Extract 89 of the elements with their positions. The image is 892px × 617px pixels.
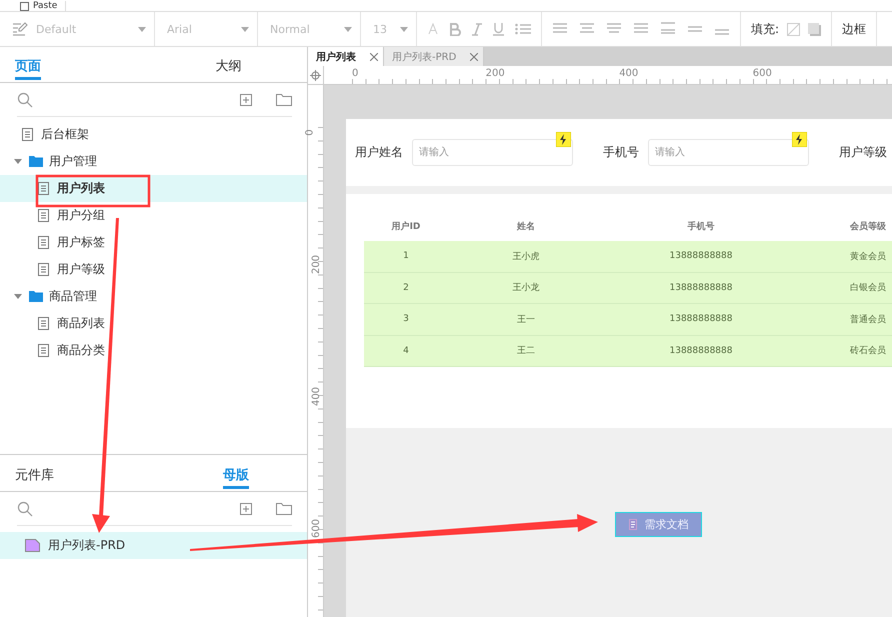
page-icon	[36, 263, 51, 276]
table-cell-text: 3	[402, 313, 410, 326]
tree-item[interactable]: 用户分组	[0, 202, 307, 229]
ruler-label: 200	[486, 68, 505, 79]
field-label: 手机号	[603, 144, 639, 161]
paste-button[interactable]: Paste	[20, 1, 66, 11]
expand-arrow-icon[interactable]	[14, 294, 22, 299]
table-cell-text: 砖石会员	[849, 344, 887, 358]
table-cell-text: 白银会员	[849, 282, 887, 296]
column-header: 手机号	[686, 220, 716, 234]
table-cell-text: 王一	[516, 314, 536, 327]
close-icon[interactable]	[468, 52, 478, 60]
master-page-icon	[25, 539, 40, 552]
input-field[interactable]: 请输入	[412, 139, 573, 166]
table-cell-text: 王小虎	[512, 250, 540, 264]
ruler-label: 400	[311, 386, 322, 406]
ruler-label: 200	[311, 254, 322, 274]
shadow-icon[interactable]	[808, 22, 822, 36]
ruler-label: 600	[752, 68, 772, 79]
tree-item[interactable]: 商品分类	[0, 337, 307, 364]
tree-item[interactable]: 商品管理	[0, 283, 307, 310]
bullet-list-icon[interactable]	[515, 23, 531, 35]
font-color-icon[interactable]	[427, 23, 439, 35]
tree-item[interactable]: 用户等级	[0, 256, 307, 283]
align-right-icon[interactable]	[606, 22, 622, 36]
folder-icon	[28, 291, 43, 302]
table-cell-text: 1	[402, 250, 410, 264]
table-cell-text: 王小龙	[512, 282, 540, 296]
tree-item[interactable]: 用户列表	[0, 175, 307, 202]
lightning-icon[interactable]	[556, 132, 571, 147]
table-cell-text: 2	[402, 282, 410, 295]
caret-icon	[241, 26, 249, 32]
caret-icon	[400, 26, 408, 32]
tree-item[interactable]: 用户管理	[0, 148, 307, 175]
column-header: 会员等级	[849, 220, 887, 234]
align-center-icon[interactable]	[579, 22, 595, 36]
tree-item[interactable]: 用户标签	[0, 229, 307, 256]
clipboard-icon	[20, 2, 29, 10]
table-cell-text: 4	[402, 344, 410, 358]
border-label: 边框	[842, 20, 866, 38]
no-fill-icon[interactable]	[787, 22, 800, 36]
document-icon	[628, 519, 638, 530]
master-item[interactable]: 用户列表-PRD	[0, 532, 307, 559]
tree-item[interactable]: 商品列表	[0, 310, 307, 337]
column-header: 用户ID	[390, 220, 422, 234]
panel-tab[interactable]: 大纲	[150, 47, 307, 82]
italic-icon[interactable]	[472, 22, 482, 36]
table-cell-text: 普通会员	[849, 313, 887, 327]
folder-icon[interactable]	[276, 93, 292, 106]
align-top-icon[interactable]	[660, 22, 676, 36]
close-icon[interactable]	[368, 52, 378, 60]
caret-icon	[344, 26, 352, 32]
field-label: 用户等级	[839, 144, 887, 161]
ruler-label: 0	[352, 68, 358, 79]
folder-icon[interactable]	[276, 502, 292, 515]
page-icon	[36, 317, 51, 330]
ruler-label: 0	[304, 129, 316, 136]
add-icon[interactable]	[240, 502, 252, 514]
panel-tab[interactable]: 元件库	[0, 455, 165, 491]
align-left-icon[interactable]	[552, 22, 568, 36]
ruler-label: 400	[619, 68, 638, 79]
underline-icon[interactable]	[493, 22, 504, 36]
lightning-icon[interactable]	[792, 132, 807, 147]
caret-icon	[138, 26, 146, 32]
table-cell-text: 13888888888	[668, 250, 734, 264]
column-header: 姓名	[516, 220, 536, 234]
table-cell-text: 黄金会员	[849, 250, 887, 264]
table-cell-text: 13888888888	[668, 282, 734, 295]
field-label: 用户姓名	[355, 144, 403, 161]
page-icon	[36, 209, 51, 222]
editor-tab[interactable]: 用户列表	[308, 47, 384, 66]
page-icon	[36, 182, 51, 195]
input-field[interactable]: 请输入	[648, 139, 809, 166]
table-cell-text: 王二	[516, 345, 536, 358]
table-cell-text: 13888888888	[668, 344, 734, 358]
pen-icon	[12, 22, 28, 36]
page-icon	[20, 128, 35, 141]
folder-icon	[28, 156, 43, 167]
expand-arrow-icon[interactable]	[14, 159, 22, 164]
justify-icon[interactable]	[633, 22, 649, 36]
page-icon	[36, 236, 51, 249]
fill-label: 填充:	[751, 20, 780, 38]
bold-icon[interactable]	[450, 22, 461, 36]
ruler-label: 600	[311, 518, 322, 538]
search-icon[interactable]	[17, 92, 33, 108]
page-icon	[36, 344, 51, 357]
table-cell-text: 13888888888	[668, 313, 734, 326]
add-icon[interactable]	[240, 94, 252, 106]
search-icon[interactable]	[17, 500, 33, 516]
